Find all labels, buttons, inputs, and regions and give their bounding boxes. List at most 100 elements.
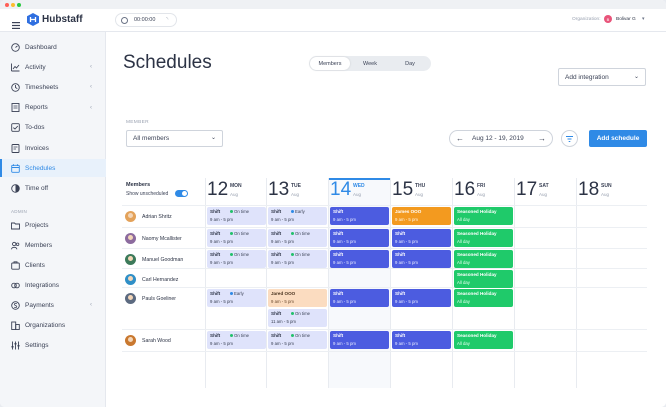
schedule-grid: Members Show unscheduled 12 MON Aug 13 TUE Aug 1… xyxy=(122,178,647,388)
shift-card[interactable]: Shift 9 am - 5 pm xyxy=(330,289,389,307)
shift-time: 9 am - 5 pm xyxy=(271,299,294,304)
shift-card[interactable]: Shift 9 am - 5 pm xyxy=(392,331,451,349)
close-window-dot[interactable] xyxy=(5,3,9,7)
sidebar-item-to-dos[interactable]: To-dos xyxy=(0,119,106,137)
filter-icon[interactable] xyxy=(561,130,578,147)
sidebar-item-label: Integrations xyxy=(25,281,59,289)
day-of-week: THU xyxy=(415,183,426,189)
day-of-week: MON xyxy=(230,183,242,189)
member-name: Sarah Wood xyxy=(142,338,171,344)
hamburger-menu-icon[interactable] xyxy=(12,16,20,29)
day-column-divider xyxy=(452,178,453,388)
org-name[interactable]: Bolivar G xyxy=(616,17,636,22)
todos-icon xyxy=(11,123,20,133)
show-unscheduled-toggle[interactable] xyxy=(175,190,188,197)
sidebar-item-projects[interactable]: Projects xyxy=(0,216,106,234)
prev-week-arrow-icon[interactable]: ← xyxy=(456,134,464,143)
main-content: Schedules Members Week Day Add integration… xyxy=(107,32,666,407)
shift-title: James OOO xyxy=(395,209,422,214)
date-range-text[interactable]: Aug 12 - 19, 2019 xyxy=(472,135,524,142)
shift-card[interactable]: Shift On time 9 am - 5 pm xyxy=(207,207,266,225)
shift-card[interactable]: Seasoned Holiday All day xyxy=(454,250,513,268)
view-tab-members[interactable]: Members xyxy=(310,57,350,70)
shift-card[interactable]: Seasoned Holiday All day xyxy=(454,207,513,225)
shift-time: All day xyxy=(457,217,470,222)
day-header-sat[interactable]: 17 SAT Aug xyxy=(514,178,576,204)
shift-card[interactable]: Shift On time 9 am - 5 pm xyxy=(268,229,327,247)
member-row: Adrian Shritz xyxy=(122,206,204,227)
shift-card[interactable]: Shift On time 11 am - 5 pm xyxy=(268,309,327,327)
next-week-arrow-icon[interactable]: → xyxy=(538,134,546,143)
shift-time: 9 am - 5 pm xyxy=(210,341,233,346)
shift-card[interactable]: Seasoned Holiday All day xyxy=(454,229,513,247)
org-avatar[interactable]: B xyxy=(604,15,612,23)
chevron-left-icon[interactable]: ‹ xyxy=(90,105,92,111)
sidebar-item-organizations[interactable]: Organizations xyxy=(0,317,106,335)
sidebar-item-clients[interactable]: Clients xyxy=(0,256,106,274)
shift-card[interactable]: Shift On time 9 am - 5 pm xyxy=(268,331,327,349)
activity-icon xyxy=(11,63,20,72)
shift-card[interactable]: Seasoned Holiday All day xyxy=(454,331,513,349)
avatar xyxy=(125,254,136,265)
shift-card[interactable]: Shift On time 9 am - 5 pm xyxy=(207,250,266,268)
maximize-window-dot[interactable] xyxy=(17,3,21,7)
view-tab-week[interactable]: Week xyxy=(352,57,388,70)
chevron-left-icon[interactable]: ‹ xyxy=(90,84,92,90)
shift-card[interactable]: Shift On time 9 am - 5 pm xyxy=(207,229,266,247)
sidebar-item-timesheets[interactable]: Timesheets ‹ xyxy=(0,78,106,96)
member-select[interactable]: All members ⌄ xyxy=(126,130,223,147)
day-month: Aug xyxy=(415,192,424,197)
shift-card[interactable]: Seasoned Holiday All day xyxy=(454,270,513,288)
shift-card[interactable]: Shift 9 am - 5 pm xyxy=(392,229,451,247)
sidebar-item-integrations[interactable]: Integrations xyxy=(0,276,106,294)
view-tab-day[interactable]: Day xyxy=(390,57,430,70)
day-header-tue[interactable]: 13 TUE Aug xyxy=(266,178,328,204)
shift-card[interactable]: Shift 9 am - 5 pm xyxy=(392,250,451,268)
sidebar-item-label: To-dos xyxy=(25,124,45,132)
shift-card[interactable]: James OOO 9 am - 5 pm xyxy=(392,207,451,225)
avatar xyxy=(125,274,136,285)
add-integration-select[interactable]: Add integration ⌄ xyxy=(558,68,646,86)
shift-card[interactable]: Shift Early 9 am - 5 pm xyxy=(268,207,327,225)
shift-card[interactable]: Shift 9 am - 5 pm xyxy=(392,289,451,307)
org-dropdown-icon[interactable]: ▾ xyxy=(642,16,645,22)
shift-card[interactable]: Seasoned Holiday All day xyxy=(454,289,513,307)
shift-card[interactable]: Shift 9 am - 5 pm xyxy=(330,331,389,349)
shift-title: Shift xyxy=(271,333,282,338)
sidebar-item-invoices[interactable]: Invoices xyxy=(0,139,106,157)
sidebar-item-payments[interactable]: Payments ‹ xyxy=(0,296,106,314)
shift-card[interactable]: Jared OOO 9 am - 5 pm xyxy=(268,289,327,307)
day-header-fri[interactable]: 16 FRI Aug xyxy=(452,178,514,204)
shift-card[interactable]: Shift On time 9 am - 5 pm xyxy=(268,250,327,268)
day-header-sun[interactable]: 18 SUN Aug xyxy=(576,178,638,204)
day-header-wed[interactable]: 14 WED Aug xyxy=(328,178,390,204)
add-schedule-button[interactable]: Add schedule xyxy=(589,130,647,147)
shift-card[interactable]: Shift On time 9 am - 5 pm xyxy=(207,331,266,349)
shift-card[interactable]: Shift 9 am - 5 pm xyxy=(330,250,389,268)
shift-title: Shift xyxy=(210,291,221,296)
shift-time: 9 am - 5 pm xyxy=(395,341,418,346)
shift-card[interactable]: Shift 9 am - 5 pm xyxy=(330,207,389,225)
sidebar-item-activity[interactable]: Activity ‹ xyxy=(0,58,106,76)
shift-status: On time xyxy=(230,231,249,236)
sidebar-item-schedules[interactable]: Schedules xyxy=(0,159,106,178)
minimize-window-dot[interactable] xyxy=(11,3,15,7)
day-header-mon[interactable]: 12 MON Aug xyxy=(205,178,267,204)
sidebar-item-members[interactable]: Members xyxy=(0,236,106,254)
sidebar-item-dashboard[interactable]: Dashboard xyxy=(0,38,106,56)
day-month: Aug xyxy=(601,192,610,197)
day-header-thu[interactable]: 15 THU Aug xyxy=(390,178,452,204)
timer-widget[interactable]: 00:00:00 ◝ xyxy=(115,13,177,27)
timer-dropdown-icon[interactable]: ◝ xyxy=(166,16,168,23)
sidebar-item-label: Invoices xyxy=(25,144,49,152)
shift-card[interactable]: Shift Early 9 am - 5 pm xyxy=(207,289,266,307)
chevron-left-icon[interactable]: ‹ xyxy=(90,302,92,308)
sidebar-item-label: Dashboard xyxy=(25,43,57,51)
sidebar-item-time-off[interactable]: Time off xyxy=(0,179,106,197)
shift-time: 9 am - 5 pm xyxy=(395,299,418,304)
chevron-left-icon[interactable]: ‹ xyxy=(90,64,92,70)
shift-card[interactable]: Shift 9 am - 5 pm xyxy=(330,229,389,247)
sidebar-item-reports[interactable]: Reports ‹ xyxy=(0,99,106,117)
shift-status-text: On time xyxy=(295,231,311,236)
sidebar-item-settings[interactable]: Settings xyxy=(0,337,106,355)
